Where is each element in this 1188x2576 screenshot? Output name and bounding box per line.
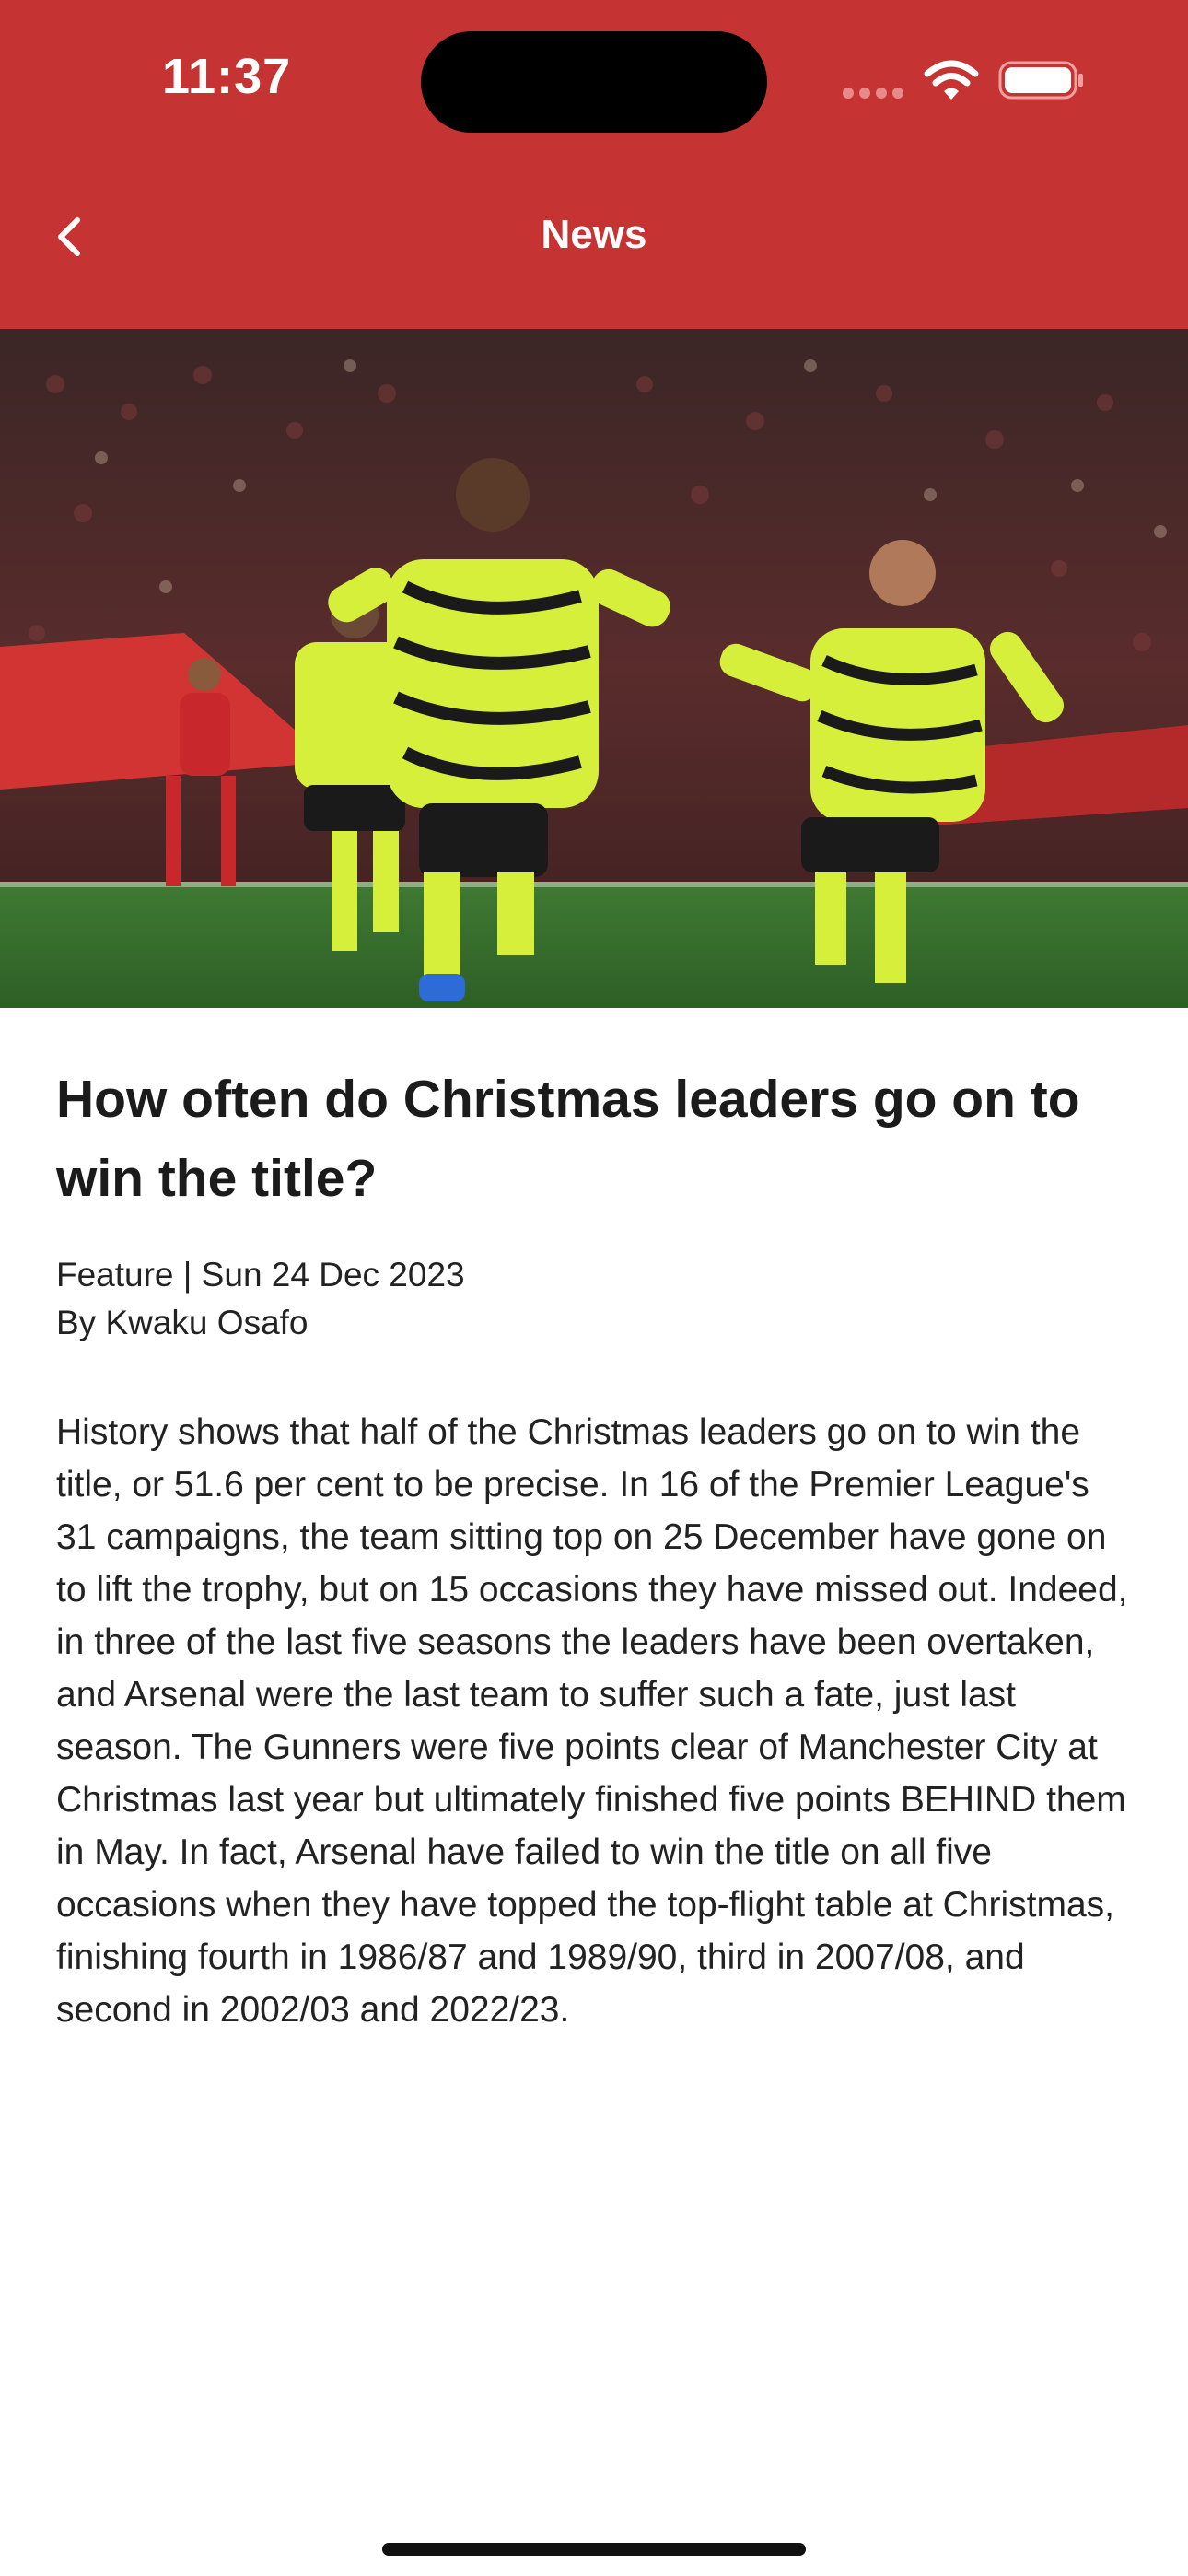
article-category-date: Feature | Sun 24 Dec 2023 [56,1256,465,1294]
wifi-icon [924,60,979,100]
article-byline: By Kwaku Osafo [56,1304,309,1341]
battery-icon [998,61,1083,100]
page-title: News [541,212,647,257]
article-body: History shows that half of the Christmas… [56,1412,1128,2030]
article-hero-image [0,329,1188,1008]
article-content: How often do Christmas leaders go on to … [56,1060,1134,2036]
article-headline: How often do Christmas leaders go on to … [56,1070,1080,1208]
cellular-signal-icon [843,88,903,99]
app-header: 11:37 News [0,0,1188,329]
home-indicator[interactable] [382,2543,806,2556]
article-meta: Feature | Sun 24 Dec 2023 By Kwaku Osafo [56,1251,1134,1347]
status-time: 11:37 [162,49,292,104]
dynamic-island [421,31,767,133]
